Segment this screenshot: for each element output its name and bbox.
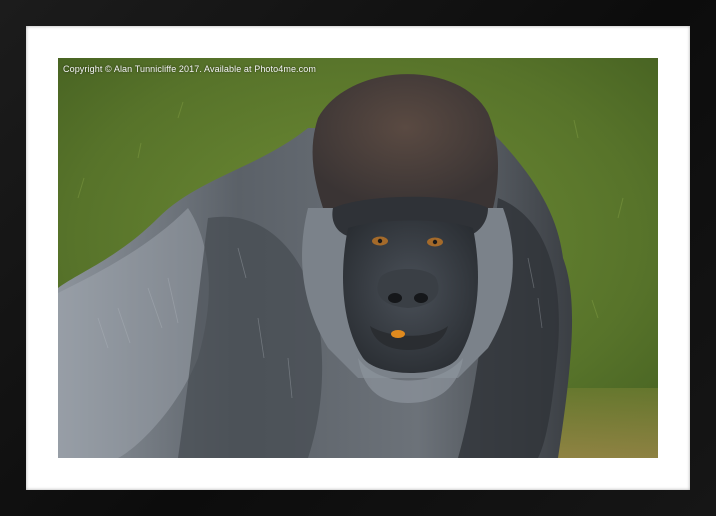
copyright-watermark: Copyright © Alan Tunnicliffe 2017. Avail… (63, 64, 316, 74)
gorilla-illustration (58, 58, 658, 458)
gorilla-photo: Copyright © Alan Tunnicliffe 2017. Avail… (58, 58, 658, 458)
